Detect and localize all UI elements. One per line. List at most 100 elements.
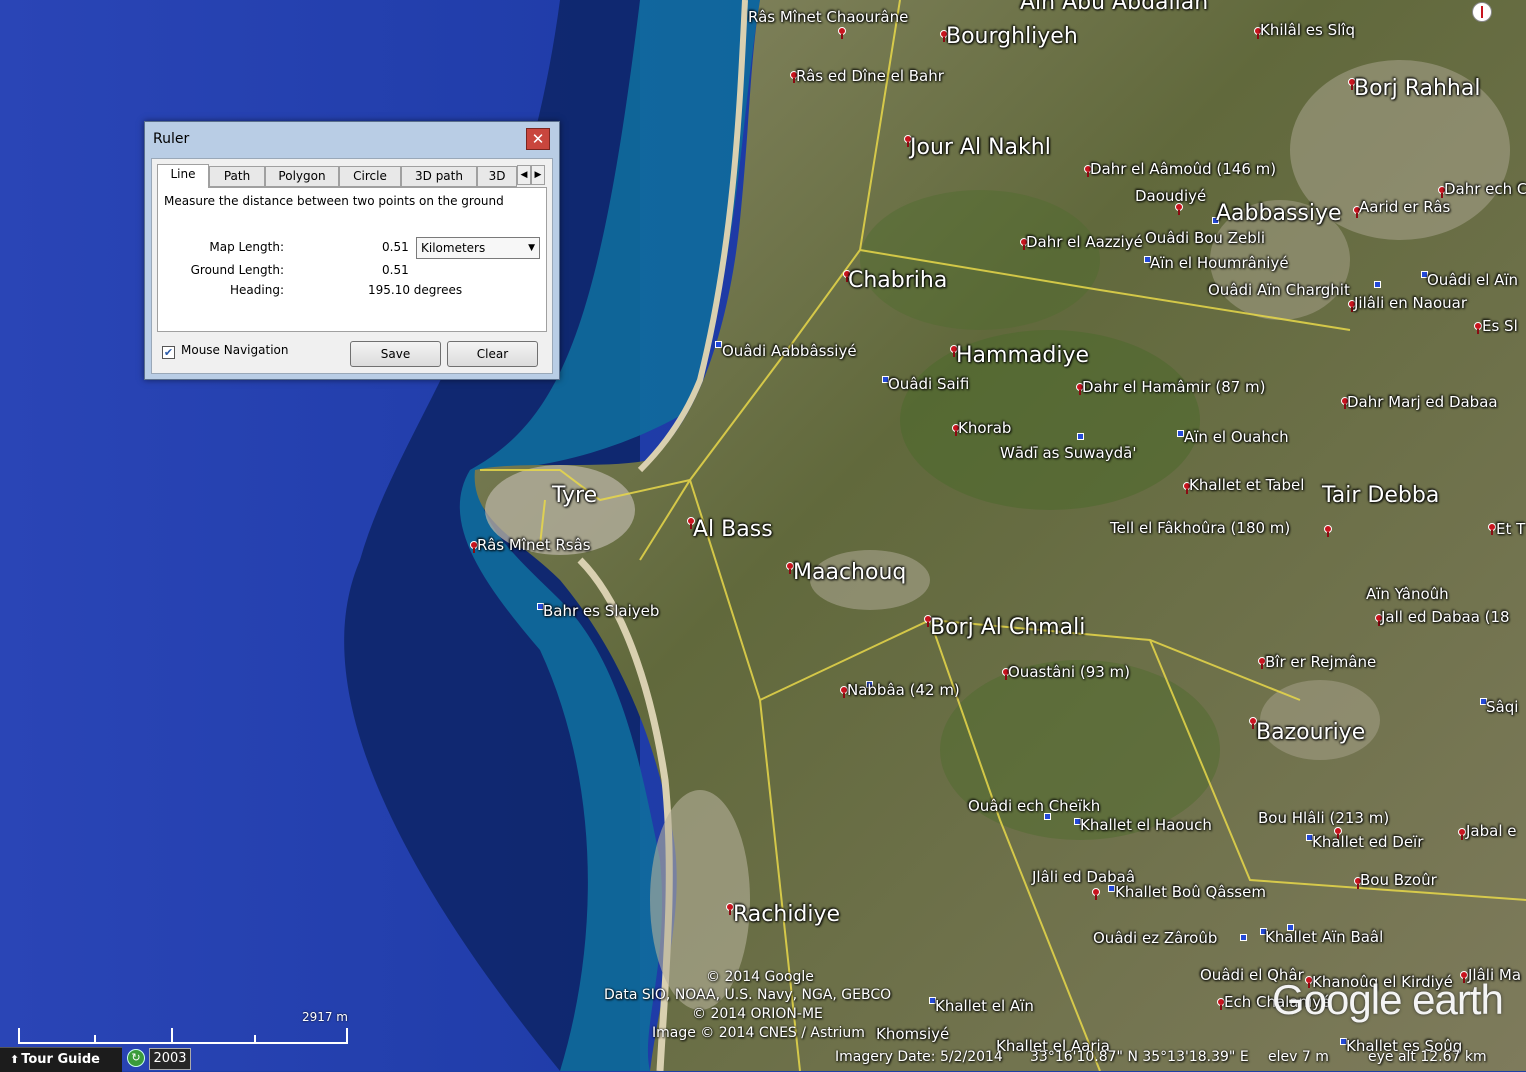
place-label: Et T (1496, 520, 1526, 538)
place-label: Aïn el Ouahch (1184, 428, 1289, 446)
imagery-date: Imagery Date: 5/2/2014 (835, 1049, 1003, 1065)
tab-panel-line: Measure the distance between two points … (157, 187, 547, 332)
place-label: Ouâdi ez Zâroûb (1093, 929, 1218, 947)
eye-altitude: eye alt 12.67 km (1368, 1049, 1487, 1065)
chevron-down-icon: ▼ (528, 243, 535, 253)
place-pin[interactable] (1374, 281, 1381, 288)
place-label: Ouâdi Bou Zebli (1145, 229, 1266, 247)
place-label: Daoudiyé (1135, 187, 1207, 205)
copyright-text: © 2014 ORION-ME (692, 1006, 823, 1022)
place-label: Al Bass (693, 517, 773, 542)
scale-tick (254, 1035, 256, 1044)
place-pin[interactable] (1240, 934, 1247, 941)
place-label: Ouâdi Aabbâssiyé (722, 342, 857, 360)
elevation: elev 7 m (1268, 1049, 1329, 1065)
historical-year[interactable]: 2003 (149, 1048, 191, 1070)
place-pin[interactable] (1177, 430, 1184, 437)
compass-icon[interactable] (1472, 2, 1492, 22)
place-label: Râs Mînet Rsâs (477, 536, 591, 554)
place-label: Tell el Fâkhoûra (180 m) (1110, 519, 1291, 537)
place-label: Bazouriye (1256, 720, 1366, 745)
place-pin[interactable] (1092, 888, 1100, 900)
tab-polygon[interactable]: Polygon (265, 166, 339, 187)
place-label: Es Sl (1482, 317, 1518, 335)
place-label: Aïn el Houmrâniyé (1150, 254, 1289, 272)
place-label: Dahr ech C (1444, 180, 1526, 198)
scale-tick (18, 1028, 20, 1044)
map-length-value: 0.51 (382, 240, 409, 254)
dialog-body: Line Path Polygon Circle 3D path 3D ◀ ▶ … (151, 158, 553, 374)
place-pin[interactable] (1324, 525, 1332, 537)
clear-button[interactable]: Clear (447, 341, 538, 367)
scale-label: 2917 m (301, 1010, 348, 1024)
tab-circle[interactable]: Circle (339, 166, 401, 187)
mouse-navigation-checkbox[interactable]: ✔ Mouse Navigation (162, 343, 288, 359)
checkbox-icon[interactable]: ✔ (162, 346, 175, 359)
place-label: Khallet et Tabel (1189, 476, 1305, 494)
copyright-text: Data SIO, NOAA, U.S. Navy, NGA, GEBCO (604, 987, 892, 1003)
status-bar: ⬆ Tour Guide ↻ 2003 Imagery Date: 5/2/201… (0, 1047, 1526, 1072)
units-select[interactable]: Kilometers ▼ (416, 237, 540, 259)
tab-line[interactable]: Line (157, 164, 209, 188)
place-pin[interactable] (1287, 924, 1294, 931)
heading-label: Heading: (230, 283, 284, 297)
place-label: Borj Al Chmali (930, 615, 1086, 640)
place-label: Nabbâa (42 m) (847, 681, 960, 699)
place-label: Maachouq (793, 560, 907, 585)
place-pin[interactable] (1077, 433, 1084, 440)
place-pin[interactable] (838, 27, 846, 39)
scale-tick (171, 1028, 173, 1044)
tour-guide-button[interactable]: ⬆ Tour Guide (0, 1047, 122, 1072)
place-label: Jall ed Dabaa (18 (1381, 608, 1510, 626)
place-label: Khallet Aïn Baâl (1265, 928, 1384, 946)
place-label: Khorab (958, 419, 1012, 437)
tab-3d[interactable]: 3D (477, 166, 517, 187)
copyright-text: © 2014 Google (706, 969, 814, 985)
place-label: Dahr el Aâmoûd (146 m) (1090, 160, 1277, 178)
tool-description: Measure the distance between two points … (164, 194, 504, 208)
tab-path[interactable]: Path (209, 166, 265, 187)
scale-bar: 2917 m (18, 1010, 348, 1044)
place-label: Aarid er Râs (1359, 198, 1451, 216)
place-label: Jabal e (1466, 822, 1517, 840)
scale-line (18, 1042, 348, 1044)
chevron-right-icon[interactable]: ▶ (531, 165, 545, 185)
place-label: Aïn Yânoûh (1366, 585, 1449, 603)
place-label: Ouâdi Aïn Charghit (1208, 281, 1350, 299)
place-label: Aabbassiye (1216, 201, 1342, 226)
logo-google: Google (1272, 976, 1402, 1023)
dialog-title: Ruler (153, 131, 190, 147)
ground-length-label: Ground Length: (190, 263, 284, 277)
place-label: Chabriha (848, 268, 948, 293)
place-label: Jilâli en Naouar (1354, 294, 1468, 312)
clock-icon[interactable]: ↻ (127, 1049, 145, 1067)
ruler-dialog: Ruler ✕ Line Path Polygon Circle 3D path… (144, 121, 560, 380)
place-label: Rachidiye (733, 902, 841, 927)
tab-3d-path[interactable]: 3D path (401, 166, 477, 187)
place-pin[interactable] (1108, 885, 1115, 892)
close-icon[interactable]: ✕ (526, 128, 550, 150)
place-label: Khallet ed Deïr (1312, 833, 1424, 851)
place-label: Borj Rahhal (1354, 76, 1481, 101)
place-label: Aïn Abu Abdallah (1020, 0, 1209, 15)
place-pin[interactable] (715, 341, 722, 348)
ground-length-value: 0.51 (382, 263, 409, 277)
logo-earth: earth (1401, 976, 1504, 1023)
place-label: Ouâdi ech Cheïkh (968, 797, 1101, 815)
place-pin[interactable] (1044, 813, 1051, 820)
coordinates: 33°16'10.87" N 35°13'18.39" E (1030, 1049, 1249, 1065)
save-button[interactable]: Save (350, 341, 441, 367)
place-pin[interactable] (1458, 828, 1466, 840)
mouse-navigation-label: Mouse Navigation (181, 343, 289, 357)
units-value: Kilometers (421, 241, 486, 255)
place-label: Khallet el Haouch (1080, 816, 1212, 834)
place-label: Khomsiyé (876, 1025, 950, 1043)
place-label: Tyre (552, 483, 598, 508)
place-label: Dahr Marj ed Dabaa (1347, 393, 1498, 411)
place-pin[interactable] (1488, 523, 1496, 535)
place-label: Wādī as Suwaydā' (1000, 444, 1137, 462)
chevron-left-icon[interactable]: ◀ (517, 165, 531, 185)
place-pin[interactable] (1474, 322, 1482, 334)
place-label: Bou Bzoûr (1360, 871, 1437, 889)
scale-tick (346, 1028, 348, 1044)
